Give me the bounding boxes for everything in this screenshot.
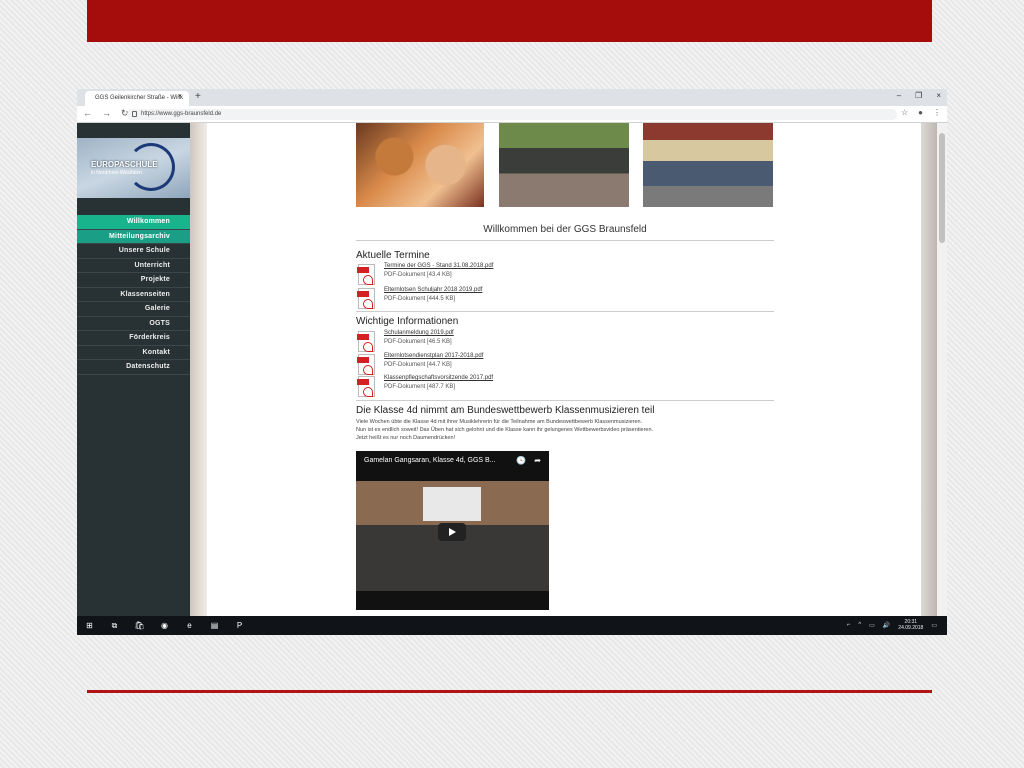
network-icon[interactable]: ⌐ — [847, 622, 851, 628]
bookmark-star-icon[interactable]: ☆ — [901, 108, 908, 117]
document-link[interactable]: Schulanmeldung 2019.pdf — [384, 330, 454, 336]
menu-dots-icon[interactable]: ⋮ — [933, 108, 941, 117]
lock-icon — [132, 111, 137, 117]
divider — [356, 240, 774, 241]
document-meta: PDF-Dokument [44.7 KB] — [384, 362, 452, 368]
article-title: Die Klasse 4d nimmt am Bundeswettbewerb … — [356, 405, 655, 416]
profile-icon[interactable]: ● — [918, 108, 923, 117]
slide-bottom-line — [87, 690, 932, 693]
section-title-termine: Aktuelle Termine — [356, 250, 430, 261]
article-line: Viele Wochen übte die Klasse 4d mit ihre… — [356, 419, 643, 425]
sidebar-item-ogts[interactable]: OGTS — [77, 317, 190, 331]
screenshot: GGS Geilenkircher Straße - Willk × + – ❐… — [77, 89, 947, 635]
background-left — [190, 123, 207, 616]
document-item: Klassenpflegschaftsvorsitzende 2017.pdf … — [356, 375, 774, 399]
window-close-icon[interactable]: × — [936, 91, 941, 100]
clock-date: 24.09.2018 — [898, 625, 924, 631]
sidebar-item-unsere-schule[interactable]: Unsere Schule — [77, 244, 190, 259]
sidebar-item-projekte[interactable]: Projekte — [77, 273, 190, 288]
play-icon[interactable] — [438, 523, 466, 541]
browser-toolbar: ← → ↻ https://www.ggs-braunsfeld.de ☆ ● … — [77, 106, 947, 123]
document-item: Elternlotsendienstplan 2017-2018.pdf PDF… — [356, 353, 774, 377]
section-title-infos: Wichtige Informationen — [356, 316, 459, 327]
document-item: Termine der GGS - Stand 31.08.2018.pdf P… — [356, 263, 774, 287]
document-link[interactable]: Elternlotsen Schuljahr 2018 2019.pdf — [384, 287, 482, 293]
url-text: https://www.ggs-braunsfeld.de — [141, 111, 222, 117]
article-line: Jetzt heißt es nur noch Daumendrücken! — [356, 435, 456, 441]
pdf-icon[interactable] — [357, 354, 375, 375]
window-controls: – ❐ × — [897, 91, 941, 100]
video-embed[interactable]: Gamelan Gangsaran, Klasse 4d, GGS B... 🕓… — [356, 451, 549, 610]
sidebar-item-mitteilungsarchiv[interactable]: Mitteilungsarchiv — [77, 229, 190, 244]
minimize-icon[interactable]: – — [897, 91, 901, 100]
document-item: Elternlotsen Schuljahr 2018 2019.pdf PDF… — [356, 287, 774, 311]
restore-icon[interactable]: ❐ — [915, 91, 922, 100]
powerpoint-icon[interactable]: P — [233, 619, 246, 632]
sidebar-item-klassenseiten[interactable]: Klassenseiten — [77, 288, 190, 302]
sidebar-item-willkommen[interactable]: Willkommen — [77, 215, 190, 230]
start-icon[interactable]: ⊞ — [83, 619, 96, 632]
sidebar-item-datenschutz[interactable]: Datenschutz — [77, 360, 190, 375]
tray-expand-icon[interactable]: ^ — [858, 622, 861, 628]
forward-icon[interactable]: → — [102, 108, 111, 119]
taskbar-clock[interactable]: 20:31 24.09.2018 — [898, 619, 923, 631]
school-logo[interactable]: EUROPASCHULE in Nordrhein-Westfalen — [77, 138, 190, 198]
task-view-icon[interactable]: ⧉ — [108, 619, 121, 632]
logo-title: EUROPASCHULE — [91, 160, 158, 169]
photo-strip — [356, 123, 774, 207]
photo-children — [356, 123, 484, 207]
share-icon[interactable]: ➦ — [534, 456, 541, 465]
video-title[interactable]: Gamelan Gangsaran, Klasse 4d, GGS B... — [364, 457, 496, 464]
document-meta: PDF-Dokument [46.5 KB] — [384, 339, 452, 345]
background-right — [921, 123, 937, 616]
new-tab-icon[interactable]: + — [195, 91, 201, 102]
pdf-icon[interactable] — [357, 288, 375, 309]
pdf-icon[interactable] — [357, 331, 375, 352]
article-text: Viele Wochen übte die Klasse 4d mit ihre… — [356, 418, 774, 442]
volume-icon[interactable]: 🔊 — [883, 622, 890, 629]
pdf-icon[interactable] — [357, 376, 375, 397]
tab-close-icon[interactable]: × — [178, 93, 182, 100]
document-item: Schulanmeldung 2019.pdf PDF-Dokument [46… — [356, 330, 774, 354]
tab-title: GGS Geilenkircher Straße - Willk — [95, 95, 184, 101]
video-projection-screen — [423, 487, 481, 521]
edge-icon[interactable]: e — [183, 619, 196, 632]
browser-tab-bar: GGS Geilenkircher Straße - Willk × + – ❐… — [77, 89, 947, 106]
sidebar-menu: Willkommen Mitteilungsarchiv Unsere Schule… — [77, 215, 190, 375]
windows-taskbar: ⊞ ⧉ 🛍 ◉ e ▤ P ⌐ ^ ▭ 🔊 20:31 24.09.2018 ▭ — [77, 616, 947, 635]
sidebar-item-unterricht[interactable]: Unterricht — [77, 259, 190, 273]
document-meta: PDF-Dokument [487.7 KB] — [384, 384, 456, 390]
document-link[interactable]: Elternlotsendienstplan 2017-2018.pdf — [384, 353, 483, 359]
page-title: Willkommen bei der GGS Braunsfeld — [483, 224, 647, 235]
document-meta: PDF-Dokument [43.4 KB] — [384, 272, 452, 278]
pdf-icon[interactable] — [357, 264, 375, 285]
slide-top-bar — [87, 0, 932, 42]
divider — [356, 311, 774, 312]
document-meta: PDF-Dokument [444.5 KB] — [384, 296, 456, 302]
document-link[interactable]: Klassenpflegschaftsvorsitzende 2017.pdf — [384, 375, 493, 381]
watch-later-icon[interactable]: 🕓 — [516, 456, 526, 465]
document-link[interactable]: Termine der GGS - Stand 31.08.2018.pdf — [384, 263, 493, 269]
browser-tab[interactable]: GGS Geilenkircher Straße - Willk — [85, 91, 189, 106]
logo-subtitle: in Nordrhein-Westfalen — [91, 170, 143, 176]
web-page: EUROPASCHULE in Nordrhein-Westfalen Will… — [77, 123, 947, 616]
sidebar-item-galerie[interactable]: Galerie — [77, 302, 190, 317]
back-icon[interactable]: ← — [83, 108, 92, 119]
store-icon[interactable]: 🛍 — [133, 619, 146, 632]
scrollbar-thumb[interactable] — [939, 133, 945, 243]
file-explorer-icon[interactable]: ▤ — [208, 619, 221, 632]
divider — [356, 400, 774, 401]
sidebar: EUROPASCHULE in Nordrhein-Westfalen Will… — [77, 123, 190, 616]
notification-icon[interactable]: ▭ — [931, 622, 937, 629]
photo-class — [499, 123, 629, 207]
address-bar[interactable]: https://www.ggs-braunsfeld.de — [127, 109, 897, 120]
article-line: Nun ist es endlich soweit! Das Üben hat … — [356, 427, 654, 433]
chrome-icon[interactable]: ◉ — [158, 619, 171, 632]
sidebar-item-kontakt[interactable]: Kontakt — [77, 346, 190, 360]
battery-icon[interactable]: ▭ — [869, 622, 875, 629]
sidebar-item-foerderkreis[interactable]: Förderkreis — [77, 331, 190, 346]
photo-staff — [643, 123, 773, 207]
